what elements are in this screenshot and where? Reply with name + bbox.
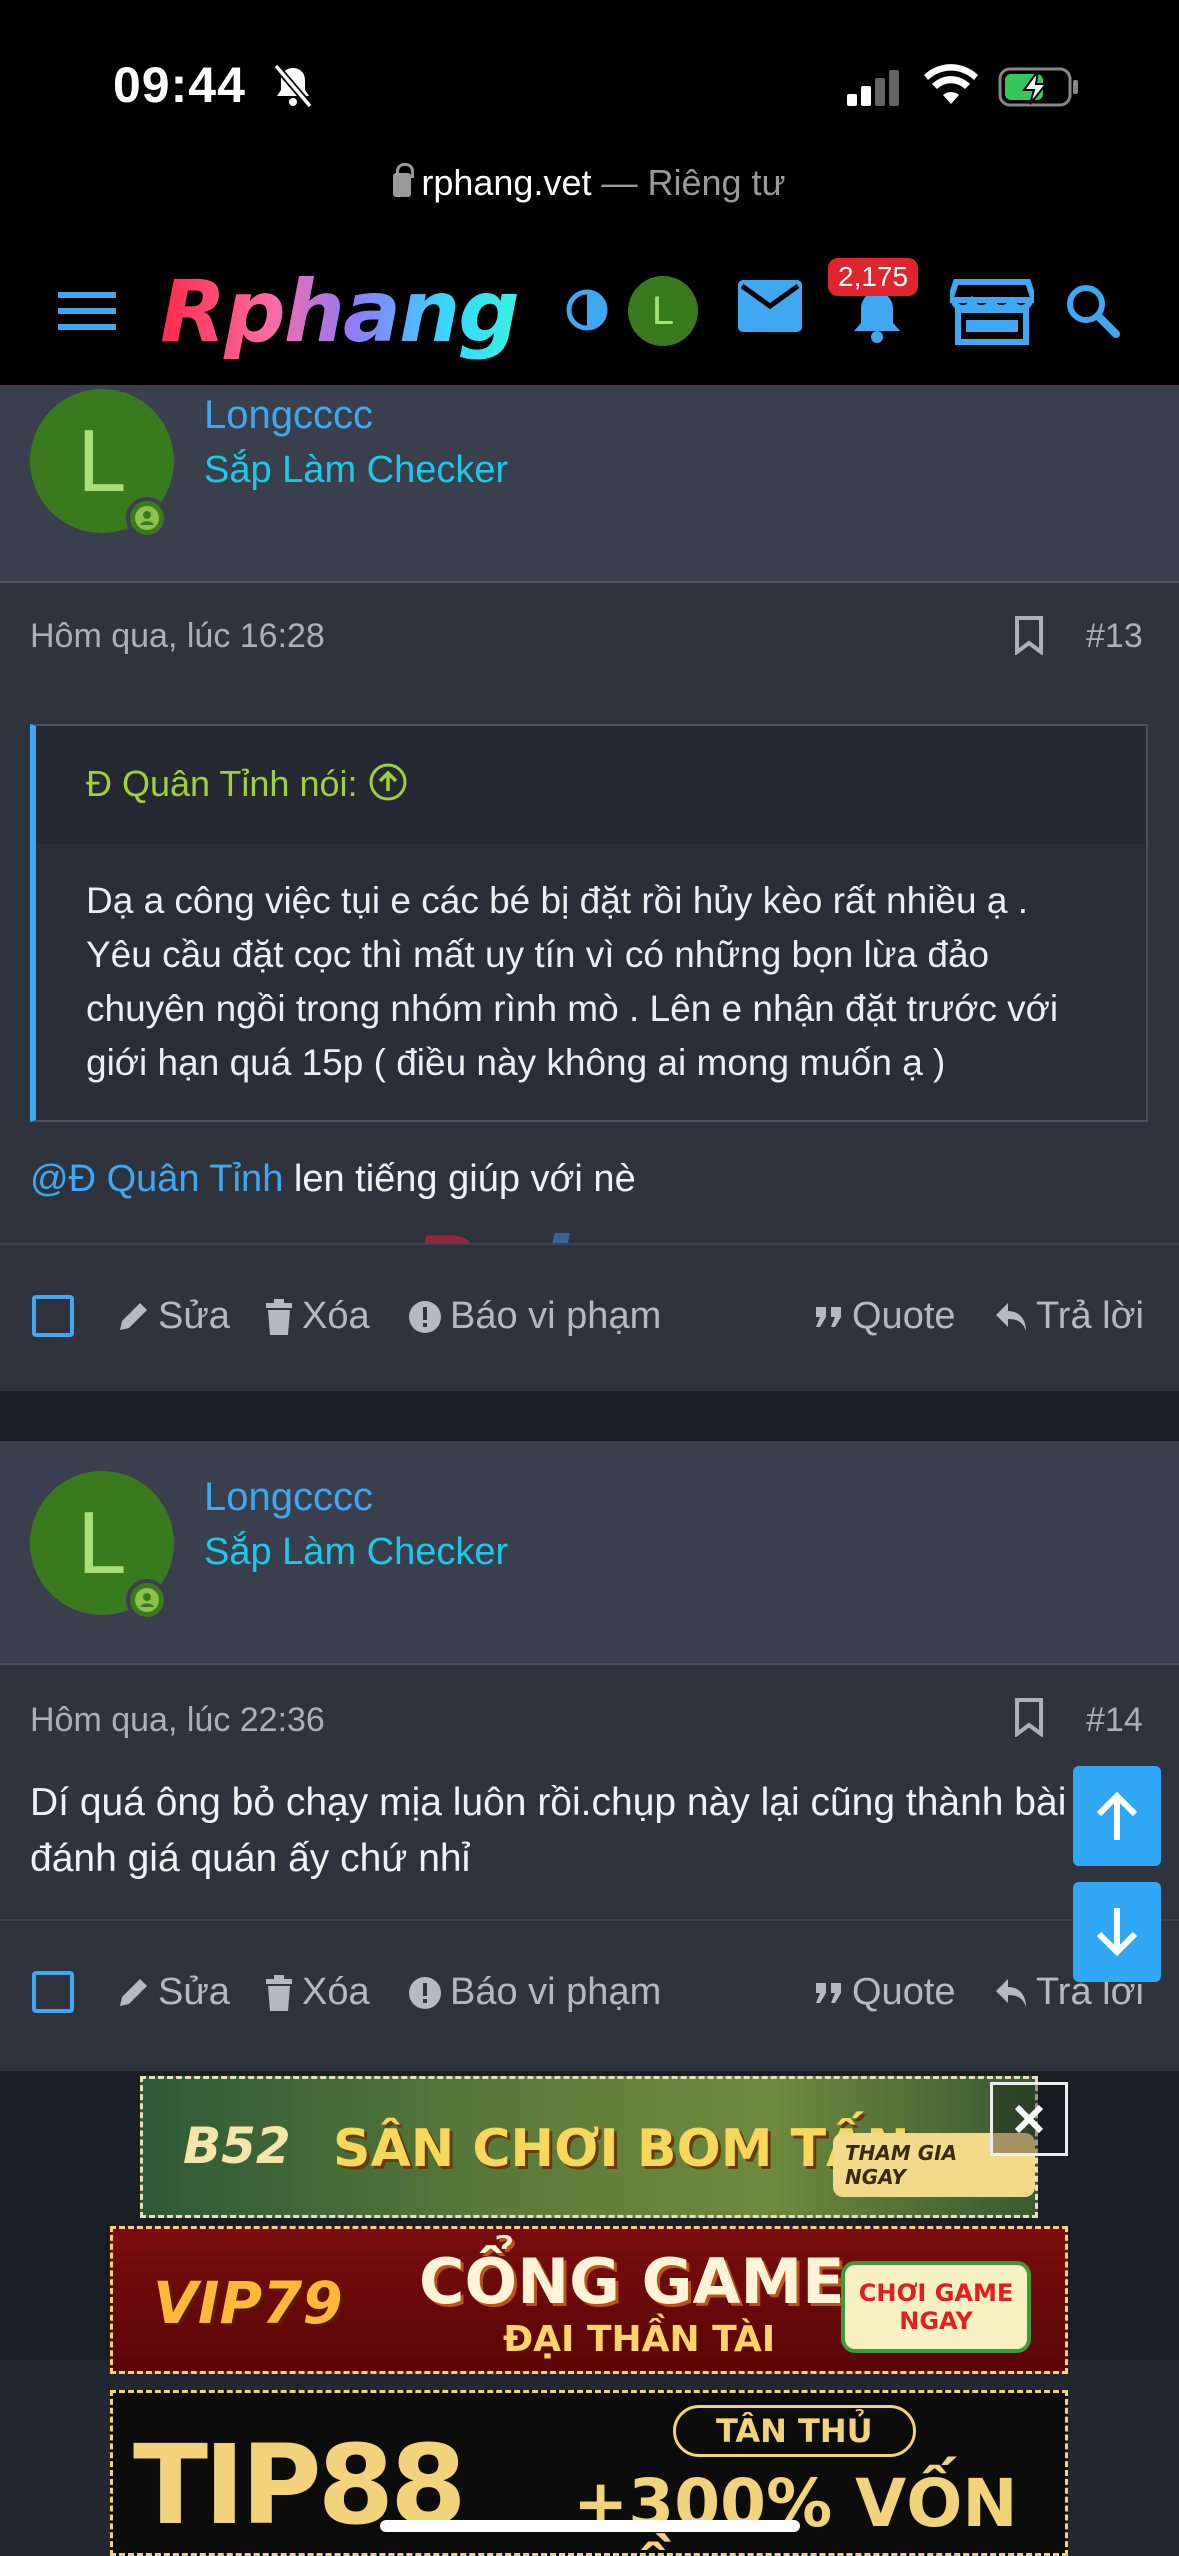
quote-author[interactable]: Đ Quân Tỉnh nói: (86, 763, 358, 804)
browser-chrome: 09:44 rphang.vet — Riêng tư Rphang L 2,1… (0, 0, 1179, 385)
reply-arrow-icon (996, 1978, 1026, 2007)
search-icon[interactable] (1064, 282, 1120, 338)
close-icon (1014, 2104, 1044, 2134)
post-body-text: len tiếng giúp với nè (283, 1158, 636, 1200)
edit-button[interactable]: Sửa (116, 1295, 230, 1338)
post-author-header: L Longcccc Sắp Làm Checker (0, 385, 1179, 583)
edit-button[interactable]: Sửa (116, 1971, 230, 2014)
silent-mode-icon (273, 64, 313, 108)
bookmark-icon[interactable] (1014, 1697, 1044, 1737)
online-status-icon (126, 1579, 168, 1621)
home-indicator[interactable] (380, 2520, 800, 2532)
arrow-down-icon (1096, 1908, 1138, 1957)
post-content: @Đ Quân Tỉnh len tiếng giúp với nè (30, 1158, 636, 1201)
ad-subline: ĐẠI THẦN TÀI (503, 2319, 776, 2360)
ad-headline: CỔNG GAME (419, 2245, 845, 2318)
post-date[interactable]: Hôm qua, lúc 22:36 (30, 1701, 325, 1740)
user-mention-link[interactable]: @Đ Quân Tỉnh (30, 1158, 283, 1200)
reply-button[interactable]: Trả lời (994, 1295, 1144, 1338)
warning-icon (409, 1976, 441, 2009)
address-bar[interactable]: rphang.vet — Riêng tư (0, 162, 1179, 204)
report-button[interactable]: Báo vi phạm (408, 1295, 661, 1338)
trash-icon (266, 1974, 292, 2011)
ad-banner-vip79[interactable]: VIP79 CỔNG GAME ĐẠI THẦN TÀI CHƠI GAME N… (110, 2226, 1068, 2374)
post-author-header: L Longcccc Sắp Làm Checker (0, 1441, 1179, 1665)
post-actions-bar: Sửa Xóa Báo vi phạm Quote Trả lời (0, 1243, 1179, 1389)
notification-bell-icon[interactable] (848, 288, 906, 344)
battery-charging-icon (998, 67, 1078, 107)
post-username[interactable]: Longcccc (204, 393, 373, 438)
quote-button[interactable]: Quote (814, 1971, 956, 2014)
warning-icon (409, 1300, 441, 1333)
forum-post: L Longcccc Sắp Làm Checker Hôm qua, lúc … (0, 1441, 1179, 2071)
notification-count-badge: 2,175 (828, 258, 919, 296)
scroll-to-top-button[interactable] (1073, 1766, 1161, 1866)
quote-icon (816, 1306, 841, 1327)
post-body-text: Dí quá ông bỏ chạy mịa luôn rồi.chụp này… (30, 1781, 1067, 1880)
status-time: 09:44 (113, 57, 246, 113)
select-post-checkbox[interactable] (32, 1295, 74, 1337)
post-user-title: Sắp Làm Checker (204, 1531, 509, 1573)
trash-icon (266, 1298, 292, 1335)
ad-tag: TÂN THỦ (673, 2405, 916, 2457)
post-date[interactable]: Hôm qua, lúc 16:28 (30, 617, 325, 656)
ad-headline: SÂN CHƠI BOM TẤN (333, 2119, 910, 2179)
ad-banner-b52[interactable]: B52 SÂN CHƠI BOM TẤN THAM GIA NGAY (140, 2076, 1038, 2218)
wifi-icon (924, 64, 978, 104)
ad-brand: VIP79 (153, 2269, 343, 2337)
ad-headline: +300% VỐN ĐẦU (573, 2465, 1018, 2553)
close-ad-button[interactable] (990, 2082, 1068, 2156)
mail-icon[interactable] (738, 280, 802, 332)
select-post-checkbox[interactable] (32, 1971, 74, 2013)
privacy-label: — Riêng tư (601, 162, 786, 203)
delete-button[interactable]: Xóa (264, 1295, 370, 1338)
delete-button[interactable]: Xóa (264, 1971, 370, 2014)
arrow-up-icon (1096, 1791, 1138, 1840)
go-to-quote-icon[interactable] (368, 762, 408, 802)
pencil-icon (120, 1302, 147, 1330)
user-avatar[interactable]: L (628, 276, 698, 346)
ad-brand: B52 (183, 2117, 291, 2175)
quote-header[interactable]: Đ Quân Tỉnh nói: (36, 726, 1146, 844)
lock-icon (393, 163, 415, 197)
ad-cta: CHƠI GAME NGAY (841, 2261, 1031, 2353)
post-actions-bar: Sửa Xóa Báo vi phạm Quote Trả lời (0, 1919, 1179, 2065)
post-user-title: Sắp Làm Checker (204, 449, 509, 491)
quote-button[interactable]: Quote (814, 1295, 956, 1338)
post-number[interactable]: #13 (1086, 617, 1143, 656)
cellular-signal-icon (847, 70, 899, 106)
pencil-icon (120, 1978, 147, 2006)
bookmark-icon[interactable] (1014, 615, 1044, 655)
site-logo[interactable]: Rphang (160, 262, 520, 362)
hamburger-menu-icon[interactable] (58, 290, 116, 332)
post-separator (0, 1391, 1179, 1441)
url-domain: rphang.vet (421, 162, 592, 203)
online-status-icon (126, 497, 168, 539)
scroll-to-bottom-button[interactable] (1073, 1882, 1161, 1982)
quote-block: Đ Quân Tỉnh nói: Dạ a công việc tụi e cá… (30, 724, 1148, 1122)
quote-icon (816, 1982, 841, 2003)
store-icon[interactable] (950, 278, 1034, 346)
report-button[interactable]: Báo vi phạm (408, 1971, 661, 2014)
post-number[interactable]: #14 (1086, 1701, 1143, 1740)
reply-arrow-icon (996, 1302, 1026, 1331)
quote-text: Dạ a công việc tụi e các bé bị đặt rồi h… (86, 880, 1059, 1083)
theme-toggle-icon[interactable] (565, 288, 609, 332)
post-username[interactable]: Longcccc (204, 1475, 373, 1520)
